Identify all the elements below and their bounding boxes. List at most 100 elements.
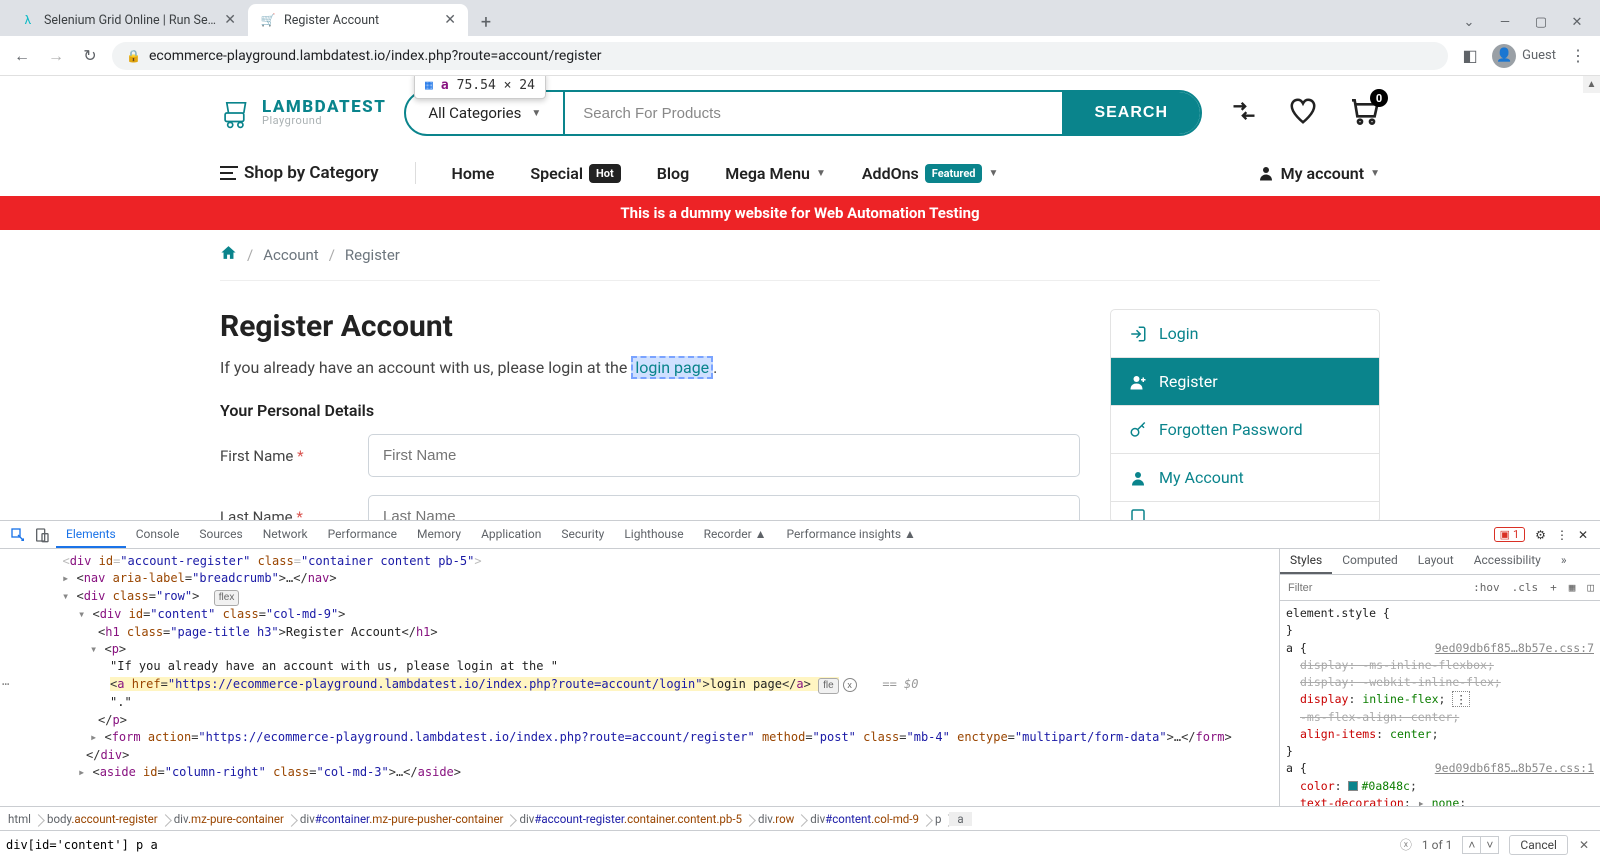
side-panel-icon[interactable]: ◧ [1458, 44, 1482, 68]
cart-icon[interactable]: 0 [1348, 95, 1380, 131]
clear-icon[interactable]: ⓧ [1400, 836, 1412, 853]
inspect-tooltip: ▦ a 75.54 × 24 [414, 76, 546, 99]
back-button[interactable]: ← [10, 44, 34, 68]
window-close[interactable]: ✕ [1568, 15, 1586, 30]
shop-by-category[interactable]: Shop by Category [220, 163, 379, 183]
search-button[interactable]: SEARCH [1062, 92, 1200, 134]
close-icon[interactable]: ✕ [1578, 528, 1588, 542]
divider [415, 162, 416, 184]
styles-tab[interactable]: Styles [1280, 549, 1332, 574]
crumb[interactable]: body.account-register [39, 812, 166, 826]
sidebar-item-register[interactable]: Register [1111, 358, 1379, 406]
sidebar-item-forgotten-password[interactable]: Forgotten Password [1111, 406, 1379, 454]
search-input[interactable] [565, 92, 1062, 134]
new-tab-button[interactable]: + [472, 8, 500, 36]
kebab-icon[interactable]: ⋮ [1556, 528, 1568, 542]
nav-special[interactable]: Special Hot [530, 164, 620, 183]
address-bar[interactable]: 🔒 ecommerce-playground.lambdatest.io/ind… [112, 42, 1448, 70]
nav-addons[interactable]: AddOns Featured ▼ [862, 164, 999, 183]
styles-filter-input[interactable] [1280, 579, 1467, 597]
nav-home[interactable]: Home [452, 164, 495, 183]
chevron-down-icon[interactable]: ⌄ [1460, 15, 1478, 30]
chevron-down-icon: ▼ [816, 168, 826, 179]
find-next[interactable]: ˅ [1481, 836, 1499, 854]
crumb[interactable]: div#content.col-md-9 [802, 812, 927, 826]
kebab-menu[interactable]: ⋮ [1566, 44, 1590, 68]
computed-tab[interactable]: Computed [1332, 549, 1408, 574]
breadcrumb-account[interactable]: Account [263, 246, 319, 264]
gear-icon[interactable]: ⚙ [1535, 528, 1546, 542]
window-maximize[interactable]: ▢ [1532, 15, 1550, 30]
nav-my-account[interactable]: My account ▼ [1257, 164, 1380, 183]
forward-button[interactable]: → [44, 44, 68, 68]
crumb[interactable]: a [949, 812, 971, 826]
sidebar-item-login[interactable]: Login [1111, 310, 1379, 358]
crumb[interactable]: div.row [750, 812, 802, 826]
tooltip-dimensions: 75.54 × 24 [457, 78, 535, 93]
devtools-tab-application[interactable]: Application [471, 522, 551, 548]
crumb[interactable]: div#container.mz-pure-pusher-container [292, 812, 512, 826]
devtools-tab-network[interactable]: Network [253, 522, 318, 548]
nav-mega-menu[interactable]: Mega Menu ▼ [725, 164, 826, 183]
find-close[interactable]: ✕ [1574, 837, 1594, 853]
login-page-link[interactable]: login page [635, 358, 709, 377]
site-logo[interactable]: LAMBDATEST Playground [220, 96, 386, 130]
last-name-input[interactable] [368, 495, 1080, 520]
crumb[interactable]: p [927, 812, 949, 826]
cls-button[interactable]: .cls [1506, 578, 1545, 597]
main-content: ▦ a 75.54 × 24 Register Account If you a… [220, 309, 1080, 520]
compare-icon[interactable] [1230, 97, 1258, 129]
devtools-tab-console[interactable]: Console [126, 522, 190, 548]
browser-tabstrip[interactable]: λ Selenium Grid Online | Run Selen ✕ 🛒 R… [0, 0, 1600, 36]
accessibility-tab[interactable]: Accessibility [1464, 549, 1551, 574]
crumb[interactable]: html [0, 812, 39, 826]
browser-tab[interactable]: λ Selenium Grid Online | Run Selen ✕ [8, 4, 248, 36]
sidebar-item-my-account[interactable]: My Account [1111, 454, 1379, 502]
breadcrumb-home[interactable] [220, 244, 237, 266]
devtools-tab-memory[interactable]: Memory [407, 522, 471, 548]
scroll-up-icon[interactable]: ▲ [1583, 76, 1600, 93]
breadcrumb: / Account / Register [220, 230, 1380, 281]
computed-toggle-icon[interactable]: ▦ [1563, 578, 1582, 597]
split-icon[interactable]: ◫ [1581, 578, 1600, 597]
device-icon[interactable] [34, 527, 50, 543]
hov-button[interactable]: :hov [1467, 578, 1506, 597]
find-prev[interactable]: ˄ [1462, 836, 1481, 854]
browser-tab-active[interactable]: 🛒 Register Account ✕ [248, 4, 468, 36]
error-badge[interactable]: ▣ 1 [1494, 527, 1526, 542]
find-input[interactable] [6, 838, 1400, 852]
devtools-tab-performance[interactable]: Performance [318, 522, 407, 548]
profile-chip[interactable]: 👤 Guest [1492, 44, 1556, 68]
crumb[interactable]: div#account-register.container.content.p… [511, 812, 750, 826]
devtools-tab-recorder[interactable]: Recorder ▲ [694, 522, 777, 548]
dom-tree[interactable]: <div id="account-register" class="contai… [0, 549, 1280, 806]
reload-button[interactable]: ↻ [78, 44, 102, 68]
sidebar-item-more[interactable] [1111, 502, 1379, 520]
window-minimize[interactable]: — [1496, 15, 1514, 30]
devtools-tab-sources[interactable]: Sources [189, 522, 252, 548]
sidebar-item-label: My Account [1159, 468, 1244, 487]
breadcrumb-sep: / [247, 246, 253, 264]
dom-breadcrumbs[interactable]: html body.account-register div.mz-pure-c… [0, 806, 1600, 830]
devtools-tab-lighthouse[interactable]: Lighthouse [614, 522, 693, 548]
nav-blog[interactable]: Blog [657, 164, 689, 183]
devtools-tab-security[interactable]: Security [551, 522, 614, 548]
breadcrumb-register[interactable]: Register [345, 246, 400, 264]
close-icon[interactable]: ✕ [224, 12, 236, 28]
close-icon[interactable]: ✕ [444, 12, 456, 28]
new-rule-button[interactable]: + [1544, 578, 1563, 597]
crumb[interactable]: div.mz-pure-container [166, 812, 292, 826]
cancel-button[interactable]: Cancel [1509, 835, 1568, 855]
devtools-tab-elements[interactable]: Elements [56, 522, 126, 548]
layout-tab[interactable]: Layout [1408, 549, 1464, 574]
styles-rules[interactable]: element.style { } a {9ed09db6f85…8b57e.c… [1280, 601, 1600, 806]
devtools-tab-insights[interactable]: Performance insights ▲ [777, 522, 926, 548]
form-row-first-name: First Name * [220, 434, 1080, 477]
sidebar-item-label: Register [1159, 372, 1218, 391]
first-name-input[interactable] [368, 434, 1080, 477]
more-tab[interactable]: » [1551, 549, 1577, 574]
profile-label: Guest [1522, 48, 1556, 63]
wishlist-icon[interactable] [1288, 96, 1318, 130]
address-icon [1129, 507, 1147, 520]
inspect-icon[interactable] [10, 527, 26, 543]
